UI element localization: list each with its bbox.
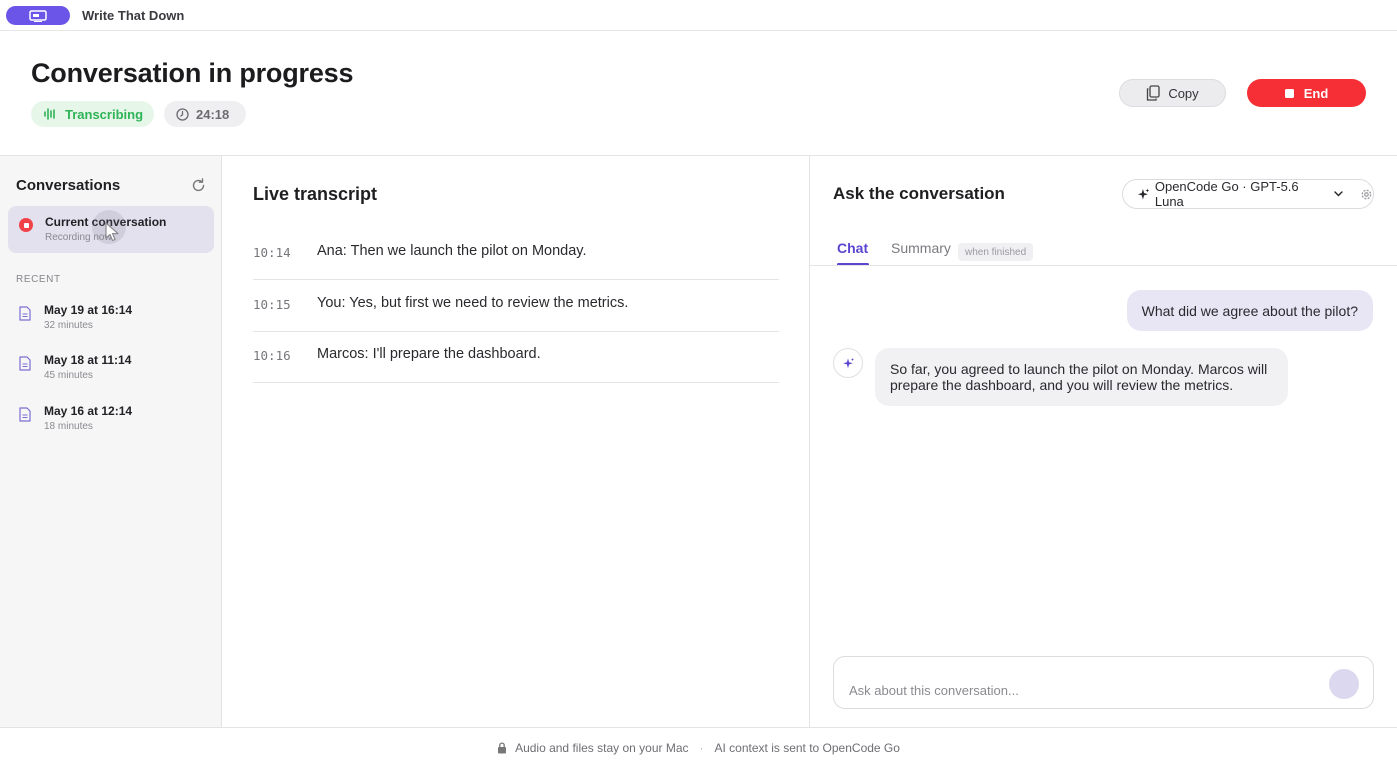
sidebar-title: Conversations [16, 177, 121, 194]
recent-item-title: May 16 at 12:14 [44, 404, 133, 418]
live-transcript-panel: Live transcript 10:14 Ana: Then we launc… [222, 156, 810, 727]
transcript-timestamp: 10:15 [253, 297, 291, 312]
gear-icon[interactable] [1360, 188, 1373, 201]
assistant-message-bubble: So far, you agreed to launch the pilot o… [875, 348, 1288, 406]
sidebar-item-recent[interactable]: May 18 at 11:14 45 minutes [16, 353, 216, 393]
status-badge: Transcribing [31, 101, 154, 127]
tabs-divider [810, 265, 1397, 266]
top-bar: Write That Down [0, 0, 1397, 31]
chat-composer [833, 656, 1374, 709]
timer-value: 24:18 [196, 106, 230, 122]
recent-section-label: RECENT [16, 274, 61, 285]
recent-item-duration: 18 minutes [44, 421, 93, 432]
sparkle-icon [842, 357, 854, 368]
chat-input[interactable] [849, 683, 1319, 698]
stop-icon [1284, 88, 1294, 98]
transcript-text: You: Yes, but first we need to review th… [317, 295, 629, 311]
transcript-line: 10:16 Marcos: I'll prepare the dashboard… [253, 331, 779, 383]
copy-button-label: Copy [1168, 85, 1199, 101]
refresh-icon[interactable] [190, 177, 207, 194]
app-switcher-button[interactable] [6, 6, 70, 25]
recent-item-duration: 32 minutes [44, 320, 93, 331]
end-button-label: End [1303, 85, 1329, 101]
recent-item-title: May 18 at 11:14 [44, 353, 132, 367]
user-message-bubble: What did we agree about the pilot? [1126, 290, 1373, 331]
copy-icon [1147, 85, 1160, 101]
sparkle-icon [1137, 188, 1150, 199]
footer-bar: Audio and files stay on your Mac · AI co… [0, 727, 1397, 768]
privacy-note: Audio and files stay on your Mac [515, 741, 689, 755]
transcript-text: Ana: Then we launch the pilot on Monday. [317, 243, 587, 259]
assistant-avatar [833, 348, 863, 378]
tab-summary[interactable]: Summary [891, 240, 951, 256]
document-icon [19, 306, 31, 321]
transcript-line: 10:14 Ana: Then we launch the pilot on M… [253, 228, 779, 280]
mouse-cursor-icon [105, 222, 119, 242]
sidebar-item-recent[interactable]: May 16 at 12:14 18 minutes [16, 404, 216, 444]
chevron-down-icon [1334, 191, 1343, 197]
separator-dot: · [699, 741, 704, 755]
window-icon [29, 9, 47, 22]
status-badge-label: Transcribing [65, 106, 144, 122]
send-button[interactable] [1329, 669, 1359, 699]
lock-icon [498, 742, 507, 754]
waveform-icon [44, 108, 55, 120]
sidebar-item-recent[interactable]: May 19 at 16:14 32 minutes [16, 303, 216, 343]
page-title: Conversation in progress [31, 58, 354, 88]
transcript-timestamp: 10:14 [253, 245, 291, 260]
transcript-title: Live transcript [253, 184, 378, 204]
document-icon [19, 356, 31, 371]
document-icon [19, 407, 31, 422]
transcript-text: Marcos: I'll prepare the dashboard. [317, 346, 541, 362]
app-title: Write That Down [82, 8, 185, 23]
summary-availability-badge: when finished [958, 243, 1034, 261]
timer-badge: 24:18 [164, 101, 246, 127]
recent-item-title: May 19 at 16:14 [44, 303, 133, 317]
transcript-timestamp: 10:16 [253, 348, 291, 363]
copy-button[interactable]: Copy [1119, 79, 1226, 107]
recording-icon [19, 218, 33, 232]
clock-icon [176, 107, 189, 121]
transcript-line: 10:15 You: Yes, but first we need to rev… [253, 280, 779, 332]
ask-panel-title: Ask the conversation [833, 184, 1005, 203]
recent-item-duration: 45 minutes [44, 370, 93, 381]
tab-chat[interactable]: Chat [837, 240, 868, 256]
end-button[interactable]: End [1247, 79, 1366, 107]
model-name: OpenCode Go · GPT-5.6 Luna [1154, 179, 1299, 209]
ai-context-note: AI context is sent to OpenCode Go [714, 741, 900, 755]
ask-conversation-panel: Ask the conversation OpenCode Go · GPT-5… [810, 156, 1397, 727]
model-selector[interactable]: OpenCode Go · GPT-5.6 Luna [1122, 179, 1374, 209]
